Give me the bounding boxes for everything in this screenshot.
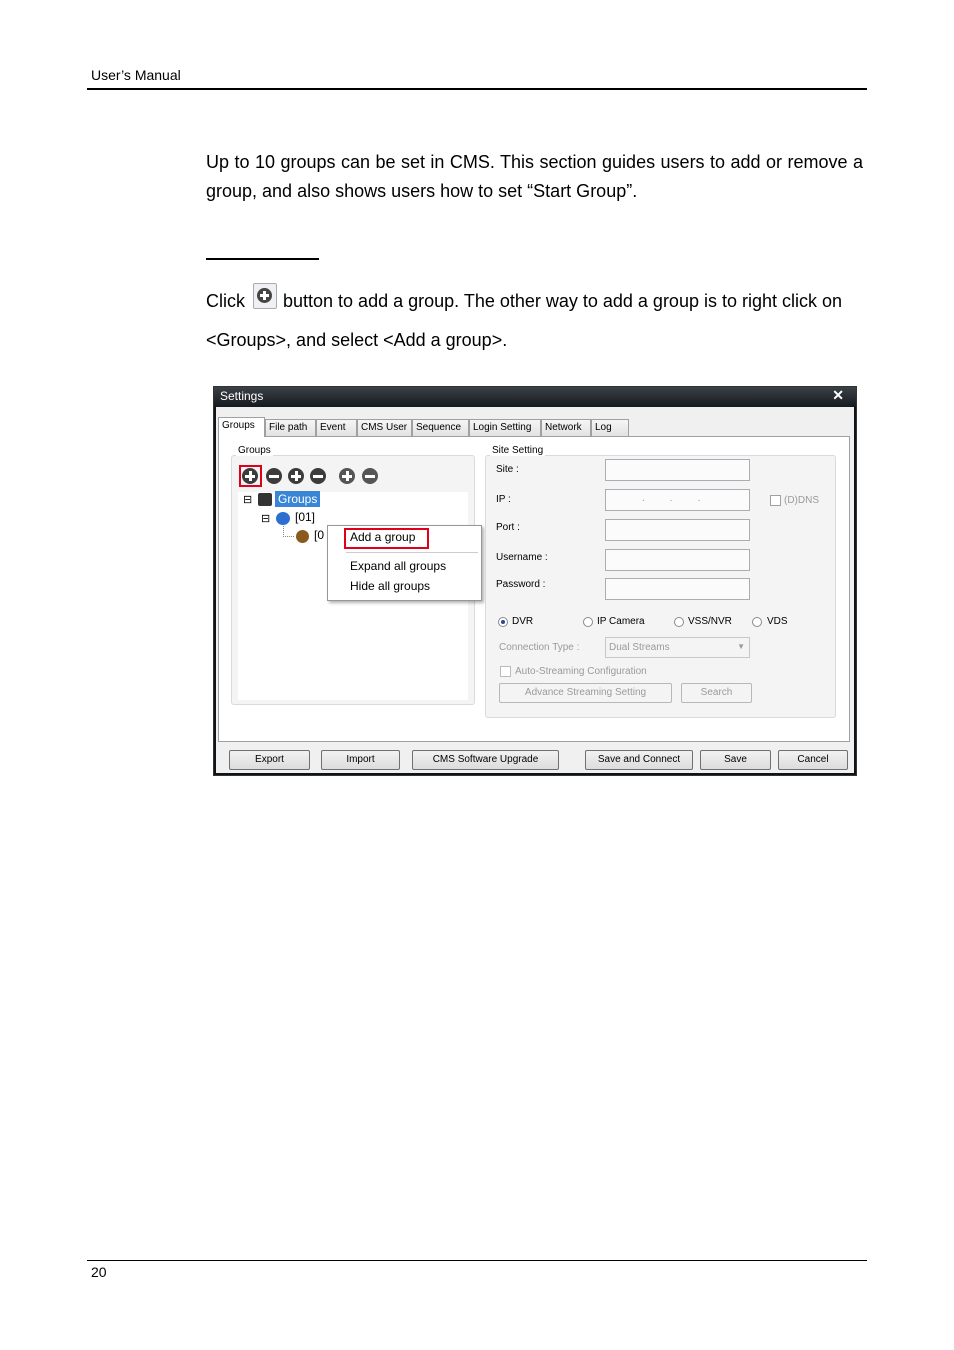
add-group-highlight [239,465,262,487]
window-client: Groups File path Event CMS User Sequence… [216,407,854,773]
search-button[interactable]: Search [681,683,752,703]
remove-site-icon[interactable] [310,468,326,484]
tab-log[interactable]: Log [591,419,629,436]
password-label: Password : [496,579,546,590]
tree-connector [283,526,294,537]
ddns-label: (D)DNS [784,495,819,506]
cms-upgrade-button[interactable]: CMS Software Upgrade [412,750,559,770]
radio-ip-camera-label: IP Camera [597,616,645,627]
cancel-button[interactable]: Cancel [778,750,848,770]
save-and-connect-button[interactable]: Save and Connect [585,750,693,770]
footer-rule [87,1260,867,1261]
add-group-icon [253,283,277,309]
instruction-click-text: Click [206,291,245,311]
radio-dvr[interactable] [498,617,508,627]
remove-group-icon[interactable] [266,468,282,484]
tree-site-item[interactable]: [0 [314,528,324,542]
tab-groups[interactable]: Groups [218,417,265,437]
ip-dots: . . . [642,493,701,504]
instruction-paragraph: Click button to add a group. The other wa… [206,282,863,360]
radio-vds-label: VDS [767,616,788,627]
connection-type-select[interactable]: Dual Streams ▼ [605,637,750,658]
intro-paragraph: Up to 10 groups can be set in CMS. This … [206,152,863,201]
save-button[interactable]: Save [700,750,771,770]
menu-item-expand-all[interactable]: Expand all groups [350,559,446,573]
remove-camera-icon[interactable] [362,468,378,484]
groups-tab-panel: Groups ⊟ Groups ⊟ [01] [0 Add a group Ex… [218,436,850,742]
window-titlebar: Settings ✕ [214,387,856,407]
groups-folder-icon [258,493,272,506]
tab-cms-user[interactable]: CMS User [357,419,412,436]
ip-label: IP : [496,494,511,505]
tree-collapse-icon[interactable]: ⊟ [243,493,252,506]
page-number: 20 [91,1264,107,1280]
import-button[interactable]: Import [321,750,400,770]
tab-event[interactable]: Event [316,419,357,436]
export-button[interactable]: Export [229,750,310,770]
radio-dvr-label: DVR [512,616,534,627]
context-menu: Add a group Expand all groups Hide all g… [327,525,482,601]
radio-ip-camera[interactable] [583,617,593,627]
ddns-checkbox[interactable] [770,495,781,506]
site-setting-label: Site Setting [490,445,546,456]
tab-file-path[interactable]: File path [265,419,316,436]
password-input[interactable] [605,578,750,600]
auto-streaming-checkbox[interactable] [500,666,511,677]
tab-sequence[interactable]: Sequence [412,419,469,436]
section-heading-rule [206,258,319,260]
port-label: Port : [496,522,520,533]
site-input[interactable] [605,459,750,481]
menu-item-add-group[interactable]: Add a group [350,530,415,544]
advance-streaming-button[interactable]: Advance Streaming Setting [499,683,672,703]
tree-collapse-icon[interactable]: ⊟ [261,512,270,525]
site-icon [296,530,309,543]
instruction-rest-text: button to add a group. The other way to … [206,291,843,350]
close-icon[interactable]: ✕ [832,387,844,404]
header-rule [87,88,867,90]
menu-item-hide-all[interactable]: Hide all groups [350,579,430,593]
auto-streaming-label: Auto-Streaming Configuration [515,666,647,677]
ip-input[interactable]: . . . [605,489,750,511]
username-label: Username : [496,552,548,563]
running-header: User’s Manual [91,67,181,83]
connection-type-value: Dual Streams [609,642,670,653]
tree-root-groups[interactable]: Groups [275,491,321,507]
group-globe-icon [276,512,290,525]
add-camera-icon[interactable] [339,468,355,484]
tab-login-setting[interactable]: Login Setting [469,419,541,436]
window-title: Settings [220,389,264,403]
username-input[interactable] [605,549,750,571]
radio-vss-nvr[interactable] [674,617,684,627]
groups-box-label: Groups [236,445,273,456]
port-input[interactable] [605,519,750,541]
connection-type-label: Connection Type : [499,642,580,653]
radio-vds[interactable] [752,617,762,627]
add-site-icon[interactable] [288,468,304,484]
radio-vss-nvr-label: VSS/NVR [688,616,732,627]
settings-window: Settings ✕ Groups File path Event CMS Us… [213,386,857,776]
chevron-down-icon: ▼ [737,642,745,651]
site-label: Site : [496,464,519,475]
tab-network[interactable]: Network [541,419,591,436]
menu-separator [346,552,478,553]
tree-group-01[interactable]: [01] [295,510,315,524]
